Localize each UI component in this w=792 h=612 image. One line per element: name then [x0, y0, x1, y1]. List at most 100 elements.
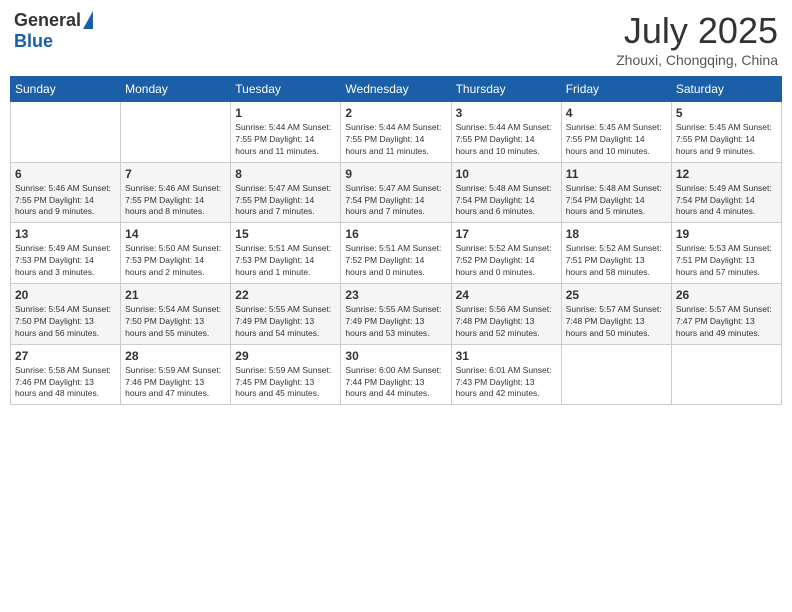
calendar-cell: 6Sunrise: 5:46 AM Sunset: 7:55 PM Daylig… [11, 162, 121, 223]
calendar-cell [11, 102, 121, 163]
day-detail: Sunrise: 6:00 AM Sunset: 7:44 PM Dayligh… [345, 365, 446, 401]
weekday-header: Monday [121, 77, 231, 102]
day-number: 5 [676, 106, 777, 120]
day-detail: Sunrise: 5:52 AM Sunset: 7:52 PM Dayligh… [456, 243, 557, 279]
calendar-cell: 3Sunrise: 5:44 AM Sunset: 7:55 PM Daylig… [451, 102, 561, 163]
calendar-cell: 22 Sunrise: 5:55 AM Sunset: 7:49 PM Dayli… [231, 284, 341, 345]
day-number: 7 [125, 167, 226, 181]
calendar-week-row: 20 Sunrise: 5:54 AM Sunset: 7:50 PM Dayli… [11, 284, 782, 345]
logo-general-text: General [14, 10, 81, 31]
page-header: General Blue July 2025 Zhouxi, Chongqing… [10, 10, 782, 68]
day-number: 24 [456, 288, 557, 302]
day-number: 16 [345, 227, 446, 241]
day-detail: Sunrise: 5:47 AM Sunset: 7:55 PM Dayligh… [235, 183, 336, 219]
day-number: 18 [566, 227, 667, 241]
day-detail: Sunrise: 5:45 AM Sunset: 7:55 PM Dayligh… [566, 122, 667, 158]
day-number: 22 [235, 288, 336, 302]
calendar-cell: 26 Sunrise: 5:57 AM Sunset: 7:47 PM Dayli… [671, 284, 781, 345]
day-detail: Sunrise: 5:50 AM Sunset: 7:53 PM Dayligh… [125, 243, 226, 279]
day-number: 8 [235, 167, 336, 181]
calendar-cell [121, 102, 231, 163]
day-detail: Sunrise: 5:46 AM Sunset: 7:55 PM Dayligh… [125, 183, 226, 219]
weekday-header: Tuesday [231, 77, 341, 102]
calendar-cell: 1 Sunrise: 5:44 AM Sunset: 7:55 PM Daylig… [231, 102, 341, 163]
day-number: 23 [345, 288, 446, 302]
calendar-cell: 21 Sunrise: 5:54 AM Sunset: 7:50 PM Dayli… [121, 284, 231, 345]
day-detail: Sunrise: 5:45 AM Sunset: 7:55 PM Dayligh… [676, 122, 777, 158]
title-section: July 2025 Zhouxi, Chongqing, China [616, 10, 778, 68]
weekday-header: Friday [561, 77, 671, 102]
calendar-cell: 23 Sunrise: 5:55 AM Sunset: 7:49 PM Dayli… [341, 284, 451, 345]
calendar-cell: 29 Sunrise: 5:59 AM Sunset: 7:45 PM Dayli… [231, 344, 341, 405]
day-detail: Sunrise: 5:44 AM Sunset: 7:55 PM Dayligh… [456, 122, 557, 158]
day-number: 11 [566, 167, 667, 181]
weekday-header: Thursday [451, 77, 561, 102]
day-number: 12 [676, 167, 777, 181]
weekday-header: Wednesday [341, 77, 451, 102]
day-detail: Sunrise: 5:44 AM Sunset: 7:55 PM Dayligh… [235, 122, 336, 158]
calendar-cell: 25Sunrise: 5:57 AM Sunset: 7:48 PM Dayli… [561, 284, 671, 345]
day-detail: Sunrise: 5:49 AM Sunset: 7:53 PM Dayligh… [15, 243, 116, 279]
calendar-cell: 11Sunrise: 5:48 AM Sunset: 7:54 PM Dayli… [561, 162, 671, 223]
day-number: 4 [566, 106, 667, 120]
calendar-cell [671, 344, 781, 405]
day-number: 14 [125, 227, 226, 241]
day-detail: Sunrise: 5:44 AM Sunset: 7:55 PM Dayligh… [345, 122, 446, 158]
logo: General Blue [14, 10, 93, 52]
day-detail: Sunrise: 5:54 AM Sunset: 7:50 PM Dayligh… [125, 304, 226, 340]
month-title: July 2025 [616, 10, 778, 52]
calendar-cell: 24 Sunrise: 5:56 AM Sunset: 7:48 PM Dayli… [451, 284, 561, 345]
day-number: 30 [345, 349, 446, 363]
calendar-cell: 14 Sunrise: 5:50 AM Sunset: 7:53 PM Dayli… [121, 223, 231, 284]
logo-blue-text: Blue [14, 31, 53, 52]
day-number: 19 [676, 227, 777, 241]
day-detail: Sunrise: 5:58 AM Sunset: 7:46 PM Dayligh… [15, 365, 116, 401]
location-text: Zhouxi, Chongqing, China [616, 52, 778, 68]
calendar-cell: 10Sunrise: 5:48 AM Sunset: 7:54 PM Dayli… [451, 162, 561, 223]
day-number: 26 [676, 288, 777, 302]
calendar-cell [561, 344, 671, 405]
day-detail: Sunrise: 5:54 AM Sunset: 7:50 PM Dayligh… [15, 304, 116, 340]
calendar-week-row: 13Sunrise: 5:49 AM Sunset: 7:53 PM Dayli… [11, 223, 782, 284]
calendar-cell: 18Sunrise: 5:52 AM Sunset: 7:51 PM Dayli… [561, 223, 671, 284]
calendar-cell: 2 Sunrise: 5:44 AM Sunset: 7:55 PM Daylig… [341, 102, 451, 163]
day-number: 27 [15, 349, 116, 363]
day-number: 1 [235, 106, 336, 120]
calendar-header-row: SundayMondayTuesdayWednesdayThursdayFrid… [11, 77, 782, 102]
day-number: 21 [125, 288, 226, 302]
day-detail: Sunrise: 5:57 AM Sunset: 7:47 PM Dayligh… [676, 304, 777, 340]
calendar-cell: 17Sunrise: 5:52 AM Sunset: 7:52 PM Dayli… [451, 223, 561, 284]
day-detail: Sunrise: 5:51 AM Sunset: 7:52 PM Dayligh… [345, 243, 446, 279]
day-number: 31 [456, 349, 557, 363]
day-detail: Sunrise: 5:57 AM Sunset: 7:48 PM Dayligh… [566, 304, 667, 340]
calendar-week-row: 27 Sunrise: 5:58 AM Sunset: 7:46 PM Dayli… [11, 344, 782, 405]
day-number: 20 [15, 288, 116, 302]
day-detail: Sunrise: 5:49 AM Sunset: 7:54 PM Dayligh… [676, 183, 777, 219]
calendar-cell: 19 Sunrise: 5:53 AM Sunset: 7:51 PM Dayli… [671, 223, 781, 284]
day-detail: Sunrise: 5:56 AM Sunset: 7:48 PM Dayligh… [456, 304, 557, 340]
day-detail: Sunrise: 5:59 AM Sunset: 7:45 PM Dayligh… [235, 365, 336, 401]
day-number: 15 [235, 227, 336, 241]
day-number: 2 [345, 106, 446, 120]
calendar-cell: 30 Sunrise: 6:00 AM Sunset: 7:44 PM Dayli… [341, 344, 451, 405]
calendar-cell: 7 Sunrise: 5:46 AM Sunset: 7:55 PM Daylig… [121, 162, 231, 223]
day-detail: Sunrise: 5:59 AM Sunset: 7:46 PM Dayligh… [125, 365, 226, 401]
weekday-header: Saturday [671, 77, 781, 102]
weekday-header: Sunday [11, 77, 121, 102]
calendar-cell: 12 Sunrise: 5:49 AM Sunset: 7:54 PM Dayli… [671, 162, 781, 223]
day-detail: Sunrise: 5:51 AM Sunset: 7:53 PM Dayligh… [235, 243, 336, 279]
calendar-cell: 4 Sunrise: 5:45 AM Sunset: 7:55 PM Daylig… [561, 102, 671, 163]
day-number: 29 [235, 349, 336, 363]
day-detail: Sunrise: 5:55 AM Sunset: 7:49 PM Dayligh… [345, 304, 446, 340]
logo-triangle-icon [83, 11, 93, 29]
calendar-cell: 15 Sunrise: 5:51 AM Sunset: 7:53 PM Dayli… [231, 223, 341, 284]
day-number: 9 [345, 167, 446, 181]
calendar-cell: 5 Sunrise: 5:45 AM Sunset: 7:55 PM Daylig… [671, 102, 781, 163]
day-detail: Sunrise: 5:53 AM Sunset: 7:51 PM Dayligh… [676, 243, 777, 279]
day-detail: Sunrise: 5:55 AM Sunset: 7:49 PM Dayligh… [235, 304, 336, 340]
calendar-cell: 28 Sunrise: 5:59 AM Sunset: 7:46 PM Dayli… [121, 344, 231, 405]
day-detail: Sunrise: 5:46 AM Sunset: 7:55 PM Dayligh… [15, 183, 116, 219]
day-number: 28 [125, 349, 226, 363]
calendar-cell: 20 Sunrise: 5:54 AM Sunset: 7:50 PM Dayli… [11, 284, 121, 345]
day-detail: Sunrise: 5:47 AM Sunset: 7:54 PM Dayligh… [345, 183, 446, 219]
